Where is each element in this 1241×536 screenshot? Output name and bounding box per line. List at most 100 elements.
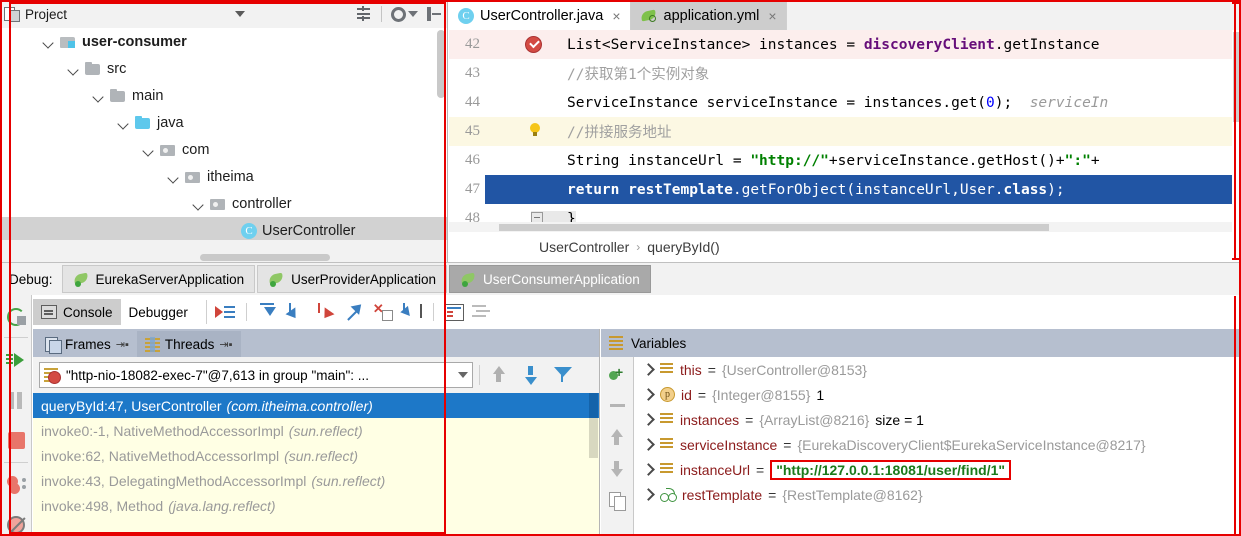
stop-button[interactable] [0, 420, 32, 460]
remove-watch-button[interactable] [601, 389, 634, 421]
chevron-right-icon[interactable] [641, 488, 654, 501]
tab-debugger[interactable]: Debugger [121, 299, 196, 325]
tab-frames[interactable]: Frames ⇥▪ [37, 331, 137, 357]
resume-program-button[interactable] [0, 340, 32, 380]
chevron-down-icon[interactable] [42, 35, 56, 49]
code-line-43[interactable]: 43 //获取第1个实例对象 [449, 59, 1241, 88]
project-tree-vertical-scrollbar[interactable] [437, 30, 445, 98]
gutter-marker[interactable] [485, 117, 540, 146]
chevron-right-icon[interactable] [641, 463, 654, 476]
gutter-marker[interactable] [485, 59, 531, 88]
code-line-47[interactable]: 47 return restTemplate.getForObject(inst… [449, 175, 1241, 204]
tree-item-src[interactable]: src [0, 55, 447, 82]
scrollbar-thumb[interactable] [499, 224, 1049, 231]
chevron-right-icon[interactable] [641, 363, 654, 376]
chevron-down-icon[interactable] [92, 89, 106, 103]
filter-icon[interactable] [550, 363, 576, 387]
mute-breakpoints-button[interactable] [0, 505, 32, 536]
frame-down-icon[interactable] [518, 363, 544, 387]
scrollbar-thumb[interactable] [200, 254, 330, 261]
step-over-icon[interactable] [257, 302, 278, 322]
code-line-44[interactable]: 44 ServiceInstance serviceInstance = ins… [449, 88, 1241, 117]
tree-item-itheima[interactable]: itheima [0, 163, 447, 190]
pin-icon[interactable]: ⇥▪ [116, 338, 129, 351]
new-watch-button[interactable] [601, 357, 634, 389]
tree-item-main[interactable]: main [0, 82, 447, 109]
chevron-down-icon[interactable] [235, 11, 245, 17]
tab-threads[interactable]: Threads ⇥▪ [136, 331, 241, 357]
variable-row-instanceurl[interactable]: instanceUrl = "http://127.0.0.1:18081/us… [635, 457, 1241, 482]
chevron-right-icon[interactable] [641, 388, 654, 401]
intention-bulb-icon[interactable] [530, 123, 540, 136]
editor-tab-usercontroller-java[interactable]: C UserController.java × [449, 1, 631, 30]
stack-frame-row[interactable]: invoke:43, DelegatingMethodAccessorImpl … [33, 468, 599, 493]
editor-horizontal-scrollbar[interactable] [449, 222, 1241, 232]
move-down-button[interactable] [601, 453, 634, 485]
stack-frame-row[interactable]: invoke:62, NativeMethodAccessorImpl (sun… [33, 443, 599, 468]
gutter-marker[interactable] [485, 146, 531, 175]
evaluate-expression-icon[interactable] [443, 303, 464, 321]
variable-row-id[interactable]: p id = {Integer@8155} 1 [635, 382, 1241, 407]
breadcrumb-method[interactable]: queryById() [647, 239, 719, 255]
settings-gear-button[interactable] [391, 6, 418, 22]
settings-icon[interactable] [471, 302, 493, 322]
gutter-marker[interactable] [485, 175, 531, 204]
step-out-icon[interactable] [344, 302, 365, 322]
rerun-button[interactable] [0, 295, 32, 335]
frame-up-icon[interactable] [486, 363, 512, 387]
pin-icon[interactable]: ⇥▪ [219, 338, 232, 351]
stack-frame-row[interactable]: invoke0:-1, NativeMethodAccessorImpl (su… [33, 418, 599, 443]
run-tab-user-provider-application[interactable]: UserProviderApplication [257, 265, 447, 293]
breakpoint-icon[interactable] [525, 36, 542, 53]
force-step-into-icon[interactable] [315, 302, 336, 322]
chevron-down-icon[interactable] [117, 116, 131, 130]
run-tab-user-consumer-application[interactable]: UserConsumerApplication [448, 265, 651, 293]
variable-row-this[interactable]: this = {UserController@8153} [635, 357, 1241, 382]
close-icon[interactable]: × [768, 8, 776, 24]
collapse-all-icon[interactable] [355, 6, 372, 22]
project-panel-title-group[interactable]: Project [4, 7, 67, 22]
chevron-right-icon[interactable] [641, 413, 654, 426]
chevron-down-icon[interactable] [67, 62, 81, 76]
editor-tab-application-yml[interactable]: application.yml × [630, 1, 787, 30]
stack-frame-row[interactable]: invoke:498, Method (java.lang.reflect) [33, 493, 599, 518]
tree-item-usercontroller[interactable]: C UserController [0, 217, 447, 240]
tree-item-java[interactable]: java [0, 109, 447, 136]
code-line-46[interactable]: 46 String instanceUrl = "http://"+servic… [449, 146, 1241, 175]
drop-frame-icon[interactable] [373, 301, 394, 322]
stack-frame-row[interactable]: queryById:47, UserController (com.itheim… [33, 393, 599, 418]
project-tree[interactable]: user-consumer src main java com itheima … [0, 28, 447, 240]
chevron-right-icon[interactable] [641, 438, 654, 451]
pause-program-button[interactable] [0, 380, 32, 420]
chevron-down-icon[interactable] [167, 170, 181, 184]
close-icon[interactable]: × [612, 8, 620, 24]
variable-row-instances[interactable]: instances = {ArrayList@8216} size = 1 [635, 407, 1241, 432]
variables-list[interactable]: this = {UserController@8153} p id = {Int… [635, 357, 1241, 536]
hide-icon[interactable] [427, 7, 441, 21]
variable-row-resttemplate[interactable]: restTemplate = {RestTemplate@8162} [635, 482, 1241, 507]
move-up-button[interactable] [601, 421, 634, 453]
stack-frames-list[interactable]: queryById:47, UserController (com.itheim… [33, 393, 599, 536]
project-tree-horizontal-scrollbar[interactable] [0, 252, 447, 262]
breadcrumb-class[interactable]: UserController [539, 239, 629, 255]
tab-console[interactable]: Console [33, 299, 121, 325]
thread-selector[interactable]: "http-nio-18082-exec-7"@7,613 in group "… [39, 362, 473, 388]
code-line-45[interactable]: 45 //拼接服务地址 [449, 117, 1241, 146]
code-line-42[interactable]: 42 List<ServiceInstance> instances = dis… [449, 30, 1241, 59]
show-execution-point-icon[interactable] [214, 302, 236, 322]
code-editor[interactable]: 42 List<ServiceInstance> instances = dis… [449, 30, 1241, 232]
run-to-cursor-icon[interactable] [402, 302, 423, 322]
breadcrumb[interactable]: UserController › queryById() [449, 232, 1241, 262]
run-tab-eureka-server-application[interactable]: EurekaServerApplication [61, 265, 256, 293]
chevron-down-icon[interactable] [142, 143, 156, 157]
gutter-marker[interactable] [485, 88, 531, 117]
chevron-down-icon[interactable] [192, 197, 206, 211]
scrollbar-thumb[interactable] [589, 393, 598, 418]
chevron-down-icon[interactable] [458, 372, 468, 378]
frames-vertical-scrollbar[interactable] [589, 393, 598, 536]
tree-item-com[interactable]: com [0, 136, 447, 163]
gutter-marker[interactable] [485, 30, 542, 59]
scrollbar-track[interactable] [589, 418, 598, 458]
tree-item-user-consumer[interactable]: user-consumer [0, 28, 447, 55]
variable-row-serviceinstance[interactable]: serviceInstance = {EurekaDiscoveryClient… [635, 432, 1241, 457]
